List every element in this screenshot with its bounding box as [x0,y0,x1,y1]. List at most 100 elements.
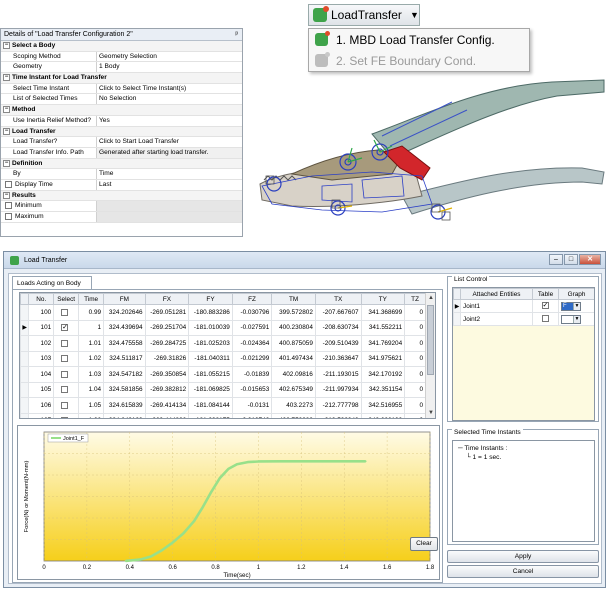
column-header[interactable]: TM [271,293,316,305]
cell-time[interactable]: 1.03 [78,366,105,383]
close-icon[interactable]: ✕ [579,254,601,265]
row-indicator[interactable] [20,412,30,418]
details-row[interactable]: Display Time Last [1,179,242,191]
details-row[interactable]: By Time [1,169,242,180]
table-toggle-cell[interactable] [532,299,559,313]
details-row[interactable]: Select Time Instant Click to Select Time … [1,83,242,95]
cell-tx[interactable]: -209.510439 [314,335,362,352]
details-row[interactable]: Load Transfer Info. Path Generated after … [1,147,242,159]
cell-fx[interactable]: -269.284725 [144,335,190,352]
details-group-header[interactable]: − Select a Body [1,41,242,52]
cell-fz[interactable]: -0.027591 [231,319,273,336]
graph-combo[interactable]: ▼ [561,314,581,324]
cell-ty[interactable]: 341.368699 [360,304,406,321]
table-toggle-cell[interactable] [532,312,559,326]
select-checkbox-cell[interactable] [53,319,80,336]
details-group-header[interactable]: − Time Instant for Load Transfer [1,73,242,84]
column-header[interactable]: Graph [558,288,594,300]
column-header[interactable]: FY [188,293,233,305]
model-viewport[interactable] [252,76,608,236]
details-value[interactable]: Geometry Selection [97,52,242,62]
column-header[interactable]: Attached Entities [460,288,533,300]
cell-tx[interactable]: -207.667607 [314,304,362,321]
cell-fx[interactable]: -269.382812 [144,381,190,398]
details-value[interactable]: Yes [97,116,242,126]
cell-tx[interactable]: -208.630734 [314,319,362,336]
row-indicator[interactable]: ▶ [453,299,461,313]
cell-fm[interactable]: 324.511817 [103,350,146,367]
cell-fy[interactable]: -181.040311 [188,350,233,367]
select-checkbox-cell[interactable] [53,397,80,414]
details-group-header[interactable]: − Method [1,105,242,116]
cell-no[interactable]: 107 [28,412,55,418]
cell-tm[interactable]: 400.230804 [271,319,316,336]
cell-fz[interactable]: -0.021299 [231,350,273,367]
row-indicator[interactable] [20,335,30,352]
cell-tz[interactable]: 0 [404,397,426,414]
details-row[interactable]: Scoping Method Geometry Selection [1,51,242,63]
collapse-icon[interactable]: − [3,159,10,167]
table-row[interactable]: 106 1.05 324.615839 -269.414134 -181.084144-… [20,397,426,414]
details-value[interactable]: Click to Start Load Transfer [97,137,242,147]
cell-fy[interactable]: -181.010039 [188,319,233,336]
select-checkbox[interactable] [61,355,69,363]
cell-no[interactable]: 100 [28,304,55,321]
cell-fx[interactable]: -269.414134 [144,397,190,414]
column-header[interactable]: No. [28,293,55,305]
cell-fx[interactable]: -269.251704 [144,319,190,336]
cell-fm[interactable]: 324.547182 [103,366,146,383]
column-header[interactable]: TX [314,293,362,305]
cell-tz[interactable]: 0 [404,319,426,336]
details-value[interactable]: 1 Body [97,62,242,72]
chevron-down-icon[interactable]: ▼ [410,10,419,20]
details-value[interactable] [97,212,242,222]
time-instant-item[interactable]: └ 1 = 1 sec. [458,453,589,462]
cell-fy[interactable]: -180.883286 [188,304,233,321]
details-row[interactable]: Minimum [1,201,242,212]
chevron-down-icon[interactable]: ▼ [573,302,580,310]
cell-fx[interactable]: -269.31826 [144,350,190,367]
row-indicator[interactable] [20,350,30,367]
column-header[interactable]: Table [532,288,559,300]
select-checkbox-cell[interactable] [53,335,80,352]
details-value[interactable] [97,201,242,211]
select-checkbox[interactable] [61,386,69,394]
cell-time[interactable]: 1.04 [78,381,105,398]
cell-fy[interactable]: -181.025203 [188,335,233,352]
cell-time[interactable]: 1.02 [78,350,105,367]
details-group-header[interactable]: − Load Transfer [1,126,242,138]
graph-combo[interactable]: F ▼ [561,301,581,311]
cell-fm[interactable]: 324.581856 [103,381,146,398]
menu-item-mbd-config[interactable]: 1. MBD Load Transfer Config. [309,29,529,50]
cell-time[interactable]: 0.99 [78,304,105,321]
cell-tx[interactable]: -210.363647 [314,350,362,367]
cell-tm[interactable]: 402.675349 [271,381,316,398]
column-header[interactable]: Time [78,293,105,305]
column-header[interactable]: FX [144,293,190,305]
cell-no[interactable]: 104 [28,366,55,383]
dialog-titlebar[interactable]: Load Transfer – □ ✕ [4,252,605,269]
graph-combo-cell[interactable]: ▼ [558,312,594,326]
cell-time[interactable]: 1.01 [78,335,105,352]
row-indicator[interactable] [453,312,461,326]
cell-fm[interactable]: 324.202646 [103,304,146,321]
select-checkbox-cell[interactable] [53,350,80,367]
scroll-up-icon[interactable]: ▲ [426,293,435,303]
cell-ty[interactable]: 342.170192 [360,366,406,383]
collapse-icon[interactable]: − [3,74,10,82]
cell-fm[interactable]: 324.439694 [103,319,146,336]
cell-fz[interactable]: -0.024364 [231,335,273,352]
details-row[interactable]: Maximum [1,212,242,223]
entity-name[interactable]: Joint2 [460,312,533,326]
graph-combo-cell[interactable]: F ▼ [558,299,594,313]
row-indicator[interactable] [20,381,30,398]
cell-fm[interactable]: 324.615839 [103,397,146,414]
collapse-icon[interactable]: − [3,106,10,114]
cell-no[interactable]: 106 [28,397,55,414]
select-checkbox[interactable] [61,339,69,347]
cell-tz[interactable]: 0 [404,412,426,418]
select-checkbox-cell[interactable] [53,366,80,383]
select-checkbox[interactable] [61,401,69,409]
chevron-down-icon[interactable]: ▼ [573,315,580,323]
cell-fy[interactable]: -181.098175 [188,412,233,418]
